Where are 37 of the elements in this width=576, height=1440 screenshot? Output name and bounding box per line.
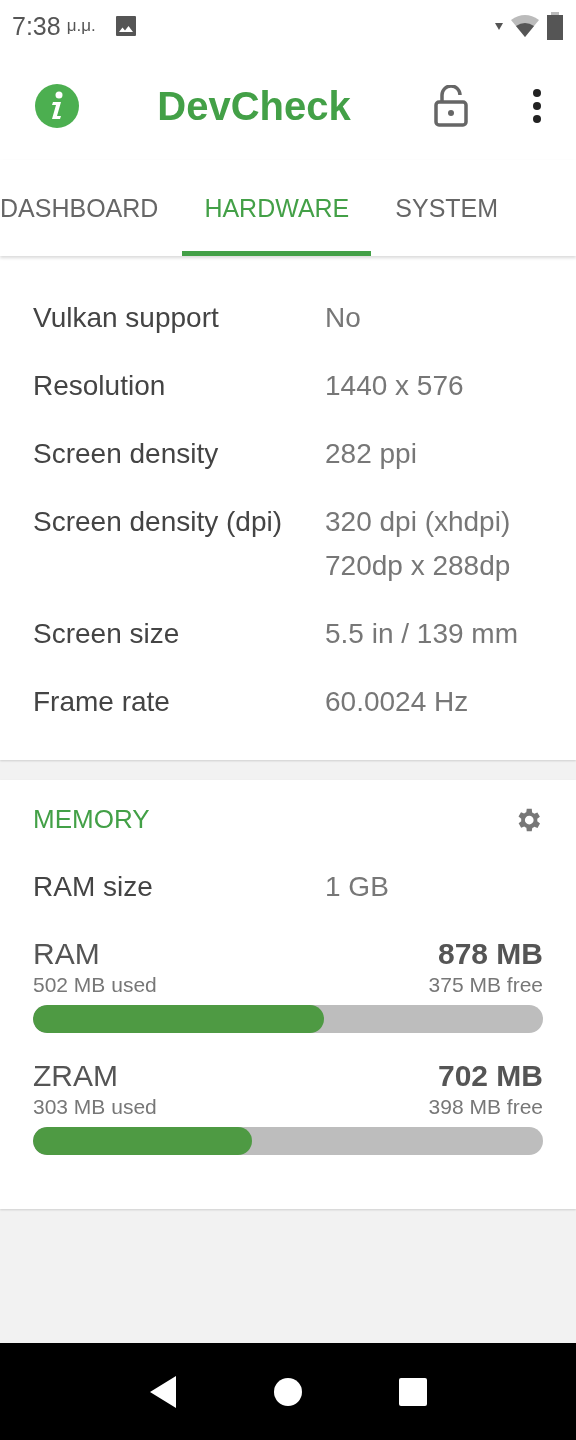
app-title: DevCheck: [156, 83, 352, 129]
image-icon: [113, 14, 138, 38]
row-value: 1 GB: [325, 870, 390, 904]
info-icon[interactable]: [34, 83, 80, 129]
row-label: Resolution: [33, 369, 167, 403]
row-value: 60.0024 Hz: [325, 685, 470, 719]
meter-name: RAM: [33, 937, 100, 971]
signal-icon: [494, 21, 504, 31]
row-label: RAM size: [33, 870, 154, 904]
row-value: 320 dpi (xhdpi) 720dp x 288dp: [325, 505, 512, 583]
row-label: Screen size: [33, 617, 181, 651]
row-value: 282 ppi: [325, 437, 418, 471]
row-label: Frame rate: [33, 685, 171, 719]
meter-total: 702 MB: [437, 1059, 543, 1093]
meter-total: 878 MB: [437, 937, 543, 971]
status-ampm: μ.μ.: [66, 16, 96, 36]
row-label: Vulkan support: [33, 301, 220, 335]
recents-icon[interactable]: [398, 1376, 429, 1407]
tab[interactable]: DASHBOARD: [0, 160, 159, 256]
free-amount: 375 MB free: [428, 973, 543, 997]
lock-icon[interactable]: [434, 85, 468, 127]
battery-icon: [546, 12, 564, 40]
meter-name: ZRAM: [33, 1059, 118, 1093]
free-amount: 398 MB free: [428, 1095, 543, 1119]
status-time: 7:38: [12, 11, 61, 41]
row-value: 5.5 in / 139 mm: [325, 617, 519, 651]
used-amount: 303 MB used: [33, 1095, 157, 1119]
tab[interactable]: SYSTEM: [395, 160, 499, 256]
home-icon[interactable]: [273, 1376, 303, 1407]
row-value: No: [325, 301, 362, 335]
used-amount: 502 MB used: [33, 973, 157, 997]
row-value: 1440 x 576: [325, 369, 465, 403]
wifi-icon: [510, 14, 540, 38]
section-title: MEMORY: [33, 804, 150, 835]
row-label: Screen density (dpi): [33, 505, 283, 539]
more-options-icon[interactable]: [532, 89, 542, 123]
row-label: Screen density: [33, 437, 220, 471]
